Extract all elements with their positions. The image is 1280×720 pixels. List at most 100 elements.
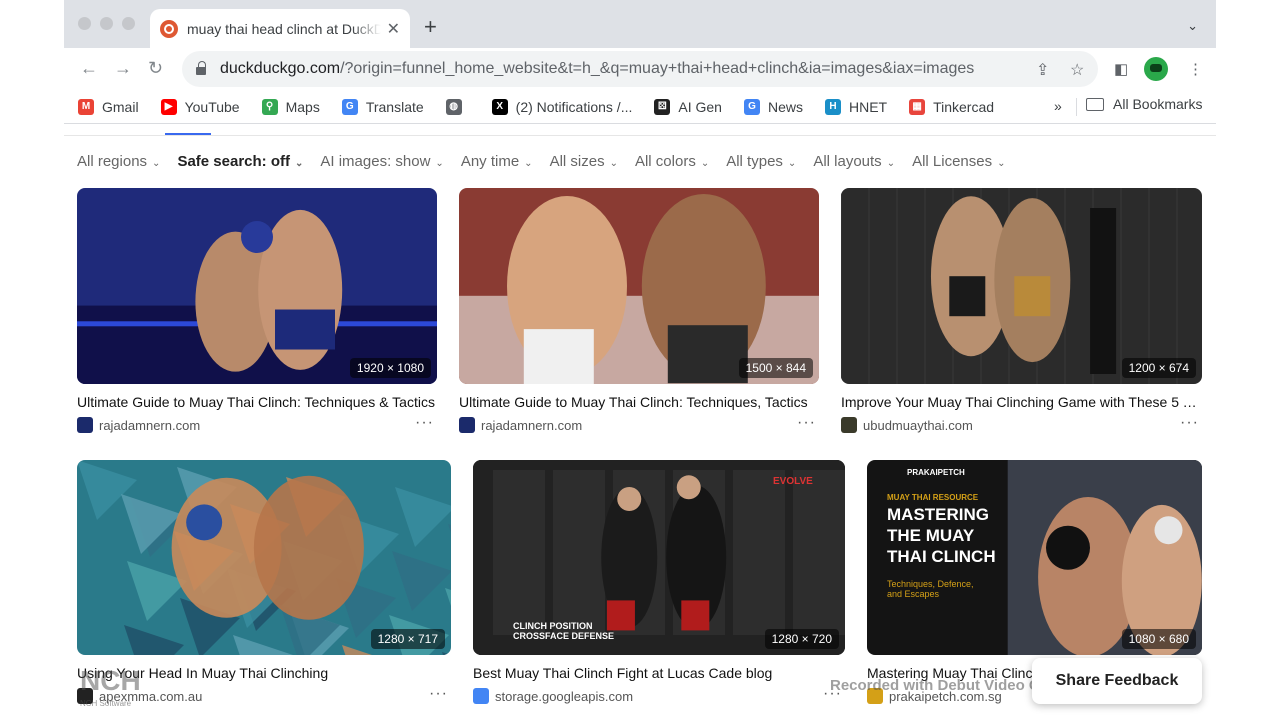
share-feedback-button[interactable]: Share Feedback [1032, 658, 1202, 704]
source-domain: rajadamnern.com [99, 417, 201, 433]
bookmarks-bar: M Gmail ▶ YouTube ⚲ Maps G Translate ◍ X (2) Notif… [64, 90, 1216, 124]
all-bookmarks-button[interactable]: All Bookmarks [1086, 96, 1202, 112]
bookmark-ai-gen[interactable]: ⚄ AI Gen [654, 98, 722, 115]
bookmark-2-notifications[interactable]: X (2) Notifications /... [491, 98, 632, 115]
tab-duckduckgo[interactable]: muay thai head clinch at DuckDuckGo ✕ [150, 9, 410, 48]
filter-any-time[interactable]: Any time ⌄ [461, 153, 533, 170]
result-source-link[interactable]: ubudmuaythai.com [841, 417, 973, 433]
bookmark-globe[interactable]: ◍ [445, 98, 470, 115]
zoom-window-dot[interactable] [122, 17, 135, 30]
chevron-down-icon: ⌄ [886, 158, 896, 169]
bookmark-label: HNET [848, 98, 888, 115]
thumbnail-image [841, 188, 1202, 384]
filter-ai-images-show[interactable]: AI images: show ⌄ [320, 153, 443, 170]
letterbox-right [1216, 0, 1280, 720]
result-source-link[interactable]: storage.googleapis.com [473, 688, 633, 704]
lock-icon[interactable] [196, 61, 206, 75]
result-title-link[interactable]: Ultimate Guide to Muay Thai Clinch: Tech… [77, 394, 437, 410]
share-icon[interactable]: ⇪ [1036, 60, 1049, 80]
image-result-card[interactable]: 1200 × 674 Improve Your Muay Thai Clinchi… [841, 188, 1202, 444]
svg-text:CLINCH POSITION: CLINCH POSITION [513, 621, 593, 631]
url-text[interactable]: duckduckgo.com/?origin=funnel_home_websi… [220, 60, 974, 78]
address-bar[interactable]: duckduckgo.com/?origin=funnel_home_websi… [182, 51, 1098, 87]
result-source-link[interactable]: rajadamnern.com [77, 417, 200, 433]
result-thumbnail[interactable]: 1200 × 674 [841, 188, 1202, 384]
bookmark-translate[interactable]: G Translate [341, 98, 424, 115]
image-result-card[interactable]: CLINCH POSITION CROSSFACE DEFENSE EVOLVE 12… [473, 460, 845, 715]
chevron-down-icon: ⌄ [997, 158, 1006, 169]
bookmark-news[interactable]: G News [743, 98, 803, 115]
bookmark-favicon-icon: X [491, 98, 508, 115]
all-bookmarks-label: All Bookmarks [1113, 96, 1203, 112]
image-result-card[interactable]: 1500 × 844 Ultimate Guide to Muay Thai Cl… [459, 188, 819, 444]
tab-strip: muay thai head clinch at DuckDuckGo ✕ + … [64, 0, 1216, 48]
filter-label: AI images: show [320, 153, 431, 170]
bookmark-youtube[interactable]: ▶ YouTube [160, 98, 240, 115]
filter-label: All colors [634, 153, 696, 170]
more-options-icon[interactable]: ··· [415, 414, 434, 432]
result-thumbnail[interactable]: CLINCH POSITION CROSSFACE DEFENSE EVOLVE 12… [473, 460, 845, 655]
result-thumbnail[interactable]: 1920 × 1080 [77, 188, 437, 384]
bookmark-star-icon[interactable]: ☆ [1070, 60, 1084, 80]
more-options-icon[interactable]: ··· [797, 414, 816, 432]
tab-search-chevron-icon[interactable]: ⌄ [1187, 18, 1198, 34]
result-title-link[interactable]: Improve Your Muay Thai Clinching Game wi… [841, 394, 1202, 410]
reload-button[interactable]: ↻ [148, 58, 163, 79]
forward-button[interactable]: → [114, 58, 132, 79]
browser-menu-icon[interactable]: ⋮ [1188, 60, 1203, 78]
svg-text:Techniques, Defence,: Techniques, Defence, [887, 579, 974, 589]
filter-all-sizes[interactable]: All sizes ⌄ [550, 153, 618, 170]
bookmark-tinkercad[interactable]: ▦ Tinkercad [909, 98, 995, 115]
chevron-down-icon: ⌄ [152, 158, 161, 169]
filter-all-layouts[interactable]: All layouts ⌄ [813, 153, 895, 170]
svg-text:EVOLVE: EVOLVE [773, 476, 813, 487]
filter-all-colors[interactable]: All colors ⌄ [635, 153, 709, 170]
more-options-icon[interactable]: ··· [1180, 414, 1199, 432]
result-thumbnail[interactable]: 1280 × 717 [77, 460, 451, 655]
svg-text:PRAKAIPETCH: PRAKAIPETCH [907, 468, 965, 477]
filter-all-regions[interactable]: All regions ⌄ [77, 153, 160, 170]
bookmark-favicon-icon: ⚲ [261, 98, 278, 115]
bookmark-label: YouTube [184, 98, 240, 115]
duckduckgo-favicon-icon [160, 19, 178, 38]
bookmark-favicon-icon: ▶ [160, 98, 177, 115]
result-thumbnail[interactable]: PRAKAIPETCH MUAY THAI RESOURCE MASTERING TH… [867, 460, 1202, 655]
thumbnail-image [77, 188, 437, 384]
new-tab-button[interactable]: + [424, 14, 437, 40]
source-favicon-icon [841, 417, 857, 433]
nch-logo-caption: NCH Software [80, 699, 132, 708]
chevron-down-icon: ⌄ [435, 158, 444, 169]
filter-safe-search-off[interactable]: Safe search: off ⌄ [177, 153, 303, 170]
source-domain: ubudmuaythai.com [863, 417, 973, 433]
bookmark-favicon-icon: ◍ [445, 98, 462, 115]
chevron-down-icon: ⌄ [609, 158, 618, 169]
thumbnail-image [77, 460, 451, 655]
result-thumbnail[interactable]: 1500 × 844 [459, 188, 819, 384]
result-source-link[interactable]: rajadamnern.com [459, 417, 582, 433]
bookmark-maps[interactable]: ⚲ Maps [261, 98, 320, 115]
image-dimensions-badge: 1280 × 720 [764, 629, 839, 649]
image-dimensions-badge: 1280 × 717 [370, 629, 445, 649]
side-panel-icon[interactable]: ◧ [1114, 60, 1128, 78]
more-bookmarks-chevron[interactable]: » [1054, 98, 1062, 114]
result-title-link[interactable]: Best Muay Thai Clinch Fight at Lucas Cad… [473, 665, 845, 681]
image-result-card[interactable]: 1920 × 1080 Ultimate Guide to Muay Thai C… [77, 188, 437, 444]
svg-text:THE MUAY: THE MUAY [887, 526, 975, 545]
bookmark-gmail[interactable]: M Gmail [78, 98, 139, 115]
filter-all-licenses[interactable]: All Licenses ⌄ [912, 153, 1005, 170]
back-button[interactable]: ← [80, 58, 98, 79]
chevron-down-icon: ⌄ [294, 158, 304, 169]
extension-avatar-icon[interactable] [1144, 57, 1168, 81]
bookmark-favicon-icon: ▦ [909, 98, 926, 115]
filter-all-types[interactable]: All types ⌄ [726, 153, 796, 170]
bookmark-hnet[interactable]: H HNET [824, 98, 888, 115]
bookmark-favicon-icon: ⚄ [654, 98, 671, 115]
bookmark-label: Maps [285, 98, 320, 115]
result-title-link[interactable]: Ultimate Guide to Muay Thai Clinch: Tech… [459, 394, 819, 410]
tab-close-icon[interactable]: ✕ [387, 19, 400, 39]
bookmark-label: Tinkercad [933, 98, 995, 115]
more-options-icon[interactable]: ··· [429, 685, 448, 703]
close-window-dot[interactable] [78, 17, 91, 30]
minimize-window-dot[interactable] [100, 17, 113, 30]
letterbox-left [0, 0, 64, 720]
